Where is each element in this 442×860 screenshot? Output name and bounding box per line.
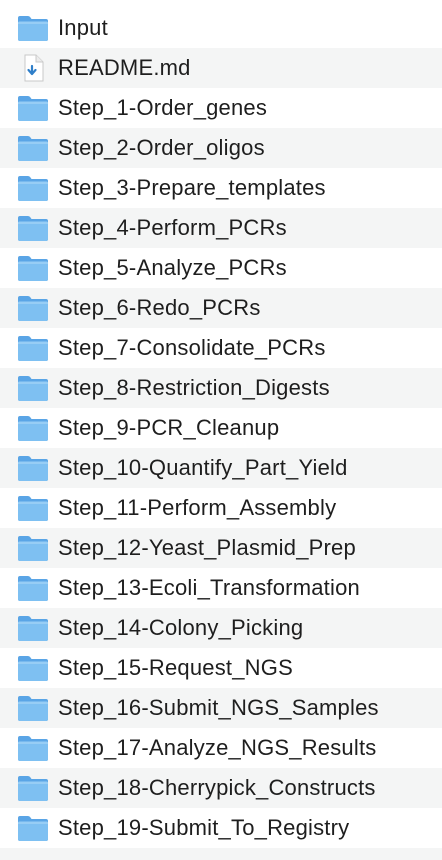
- item-name: Step_11-Perform_Assembly: [58, 495, 337, 520]
- folder-row[interactable]: Step_8-Restriction_Digests: [0, 368, 442, 408]
- empty-row: [0, 848, 442, 860]
- folder-icon: [16, 373, 50, 403]
- item-name: Step_10-Quantify_Part_Yield: [58, 455, 348, 480]
- folder-row[interactable]: Step_10-Quantify_Part_Yield: [0, 448, 442, 488]
- folder-row[interactable]: Step_6-Redo_PCRs: [0, 288, 442, 328]
- folder-row[interactable]: Step_17-Analyze_NGS_Results: [0, 728, 442, 768]
- folder-icon: [16, 333, 50, 363]
- folder-icon: [16, 493, 50, 523]
- item-name: Input: [58, 15, 108, 40]
- item-name: Step_4-Perform_PCRs: [58, 215, 287, 240]
- folder-icon: [16, 13, 50, 43]
- folder-row[interactable]: Step_15-Request_NGS: [0, 648, 442, 688]
- folder-icon: [16, 613, 50, 643]
- folder-row[interactable]: Step_4-Perform_PCRs: [0, 208, 442, 248]
- folder-icon: [16, 813, 50, 843]
- folder-row[interactable]: Step_12-Yeast_Plasmid_Prep: [0, 528, 442, 568]
- folder-icon: [16, 413, 50, 443]
- file-list: Input README.md Step_1-Order_genes Step_2-O…: [0, 0, 442, 860]
- item-name: Step_7-Consolidate_PCRs: [58, 335, 326, 360]
- folder-icon: [16, 733, 50, 763]
- item-name: Step_3-Prepare_templates: [58, 175, 326, 200]
- item-name: Step_13-Ecoli_Transformation: [58, 575, 360, 600]
- item-name: Step_17-Analyze_NGS_Results: [58, 735, 377, 760]
- folder-row[interactable]: Step_16-Submit_NGS_Samples: [0, 688, 442, 728]
- folder-icon: [16, 693, 50, 723]
- folder-icon: [16, 533, 50, 563]
- folder-row[interactable]: Step_18-Cherrypick_Constructs: [0, 768, 442, 808]
- folder-icon: [16, 773, 50, 803]
- item-name: Step_1-Order_genes: [58, 95, 268, 120]
- folder-row[interactable]: Step_13-Ecoli_Transformation: [0, 568, 442, 608]
- item-name: Step_5-Analyze_PCRs: [58, 255, 287, 280]
- folder-row[interactable]: Step_19-Submit_To_Registry: [0, 808, 442, 848]
- markdown-file-icon: [16, 53, 50, 83]
- item-name: README.md: [58, 55, 191, 80]
- item-name: Step_9-PCR_Cleanup: [58, 415, 280, 440]
- item-name: Step_12-Yeast_Plasmid_Prep: [58, 535, 356, 560]
- folder-row[interactable]: Step_9-PCR_Cleanup: [0, 408, 442, 448]
- folder-icon: [16, 173, 50, 203]
- folder-row[interactable]: Step_14-Colony_Picking: [0, 608, 442, 648]
- item-name: Step_18-Cherrypick_Constructs: [58, 775, 376, 800]
- item-name: Step_15-Request_NGS: [58, 655, 293, 680]
- folder-row[interactable]: Input: [0, 8, 442, 48]
- folder-icon: [16, 573, 50, 603]
- folder-icon: [16, 253, 50, 283]
- item-name: Step_14-Colony_Picking: [58, 615, 304, 640]
- folder-icon: [16, 653, 50, 683]
- folder-row[interactable]: Step_2-Order_oligos: [0, 128, 442, 168]
- folder-icon: [16, 293, 50, 323]
- folder-row[interactable]: Step_7-Consolidate_PCRs: [0, 328, 442, 368]
- item-name: Step_16-Submit_NGS_Samples: [58, 695, 379, 720]
- item-name: Step_8-Restriction_Digests: [58, 375, 330, 400]
- folder-icon: [16, 93, 50, 123]
- file-row[interactable]: README.md: [0, 48, 442, 88]
- folder-icon: [16, 213, 50, 243]
- folder-icon: [16, 453, 50, 483]
- item-name: Step_2-Order_oligos: [58, 135, 265, 160]
- folder-icon: [16, 133, 50, 163]
- folder-row[interactable]: Step_1-Order_genes: [0, 88, 442, 128]
- item-name: Step_19-Submit_To_Registry: [58, 815, 350, 840]
- folder-row[interactable]: Step_5-Analyze_PCRs: [0, 248, 442, 288]
- item-name: Step_6-Redo_PCRs: [58, 295, 261, 320]
- folder-row[interactable]: Step_3-Prepare_templates: [0, 168, 442, 208]
- folder-row[interactable]: Step_11-Perform_Assembly: [0, 488, 442, 528]
